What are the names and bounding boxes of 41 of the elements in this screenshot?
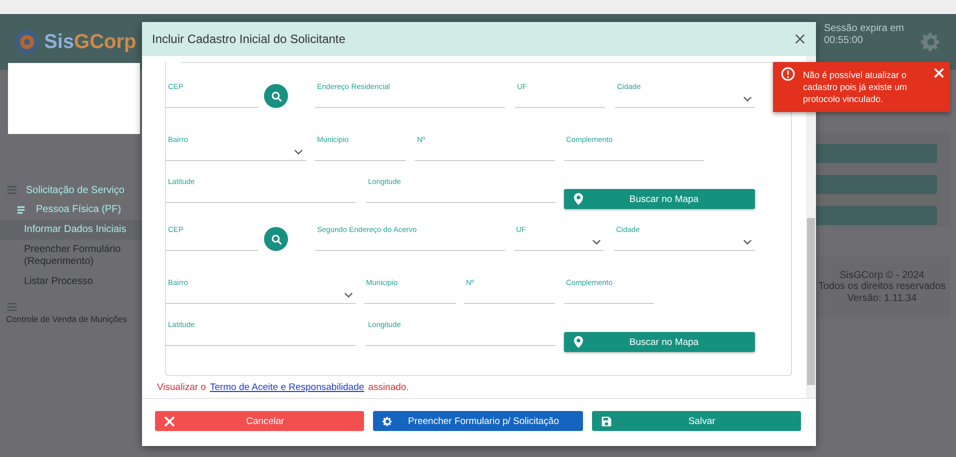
footer-text: SisGCorp © - 2024 — [838, 270, 926, 282]
chevron-down-icon — [743, 96, 752, 102]
alert-icon — [781, 67, 795, 81]
menu-item[interactable]: Informar Dados Iniciais — [0, 220, 142, 240]
search-icon — [270, 90, 282, 102]
close-icon[interactable] — [795, 34, 805, 44]
save-icon — [600, 416, 612, 426]
menu-item[interactable]: Preencher Formulário (Requerimento) — [0, 240, 142, 272]
chevron-down-icon — [743, 239, 752, 245]
list-icon — [16, 204, 26, 214]
close-icon — [164, 416, 175, 426]
location-pin-icon — [574, 336, 583, 348]
logo-icon — [14, 29, 40, 55]
map-button[interactable]: Buscar no Mapa — [564, 189, 755, 209]
menu-group[interactable]: Controle de Venda de Munições — [6, 314, 127, 324]
notice-text: assinado. — [368, 382, 409, 393]
logo-text: SisGCorp — [44, 30, 136, 54]
session-timer: Sessão expira em 00:55:00 — [824, 23, 904, 47]
search-button[interactable] — [264, 84, 288, 108]
chevron-down-icon — [294, 149, 303, 155]
footer-text: Versão: 1.11.34 — [846, 292, 918, 304]
menu-group[interactable]: Solicitação de Serviço — [26, 184, 124, 196]
map-button[interactable]: Buscar no Mapa — [564, 332, 755, 352]
chevron-down-icon — [592, 239, 601, 245]
menu-icon — [6, 301, 18, 313]
search-icon — [270, 234, 282, 244]
cancel-button[interactable]: Cancelar — [155, 411, 364, 431]
settings-icon — [382, 416, 394, 426]
search-button[interactable] — [264, 227, 288, 251]
notice-text: Visualizar o — [157, 382, 206, 393]
menu-subgroup[interactable]: Pessoa Física (PF) — [36, 204, 122, 215]
save-button[interactable]: Salvar — [592, 411, 801, 431]
menu-icon — [6, 184, 18, 196]
toast-message: Não é possível atualizar o cadastro pois já existe um protocolo vinculado. — [803, 69, 908, 105]
footer-text: Todos os direitos reservados — [817, 281, 947, 293]
fill-form-button[interactable]: Preencher Formulario p/ Solicitação — [373, 411, 583, 431]
dialog-title: Incluir Cadastro Inicial do Solicitante — [152, 32, 346, 46]
location-pin-icon — [574, 193, 583, 205]
terms-link[interactable]: Termo de Aceite e Responsabilidade — [210, 382, 364, 393]
menu-item[interactable]: Listar Processo — [0, 272, 142, 292]
chevron-down-icon — [344, 292, 353, 298]
